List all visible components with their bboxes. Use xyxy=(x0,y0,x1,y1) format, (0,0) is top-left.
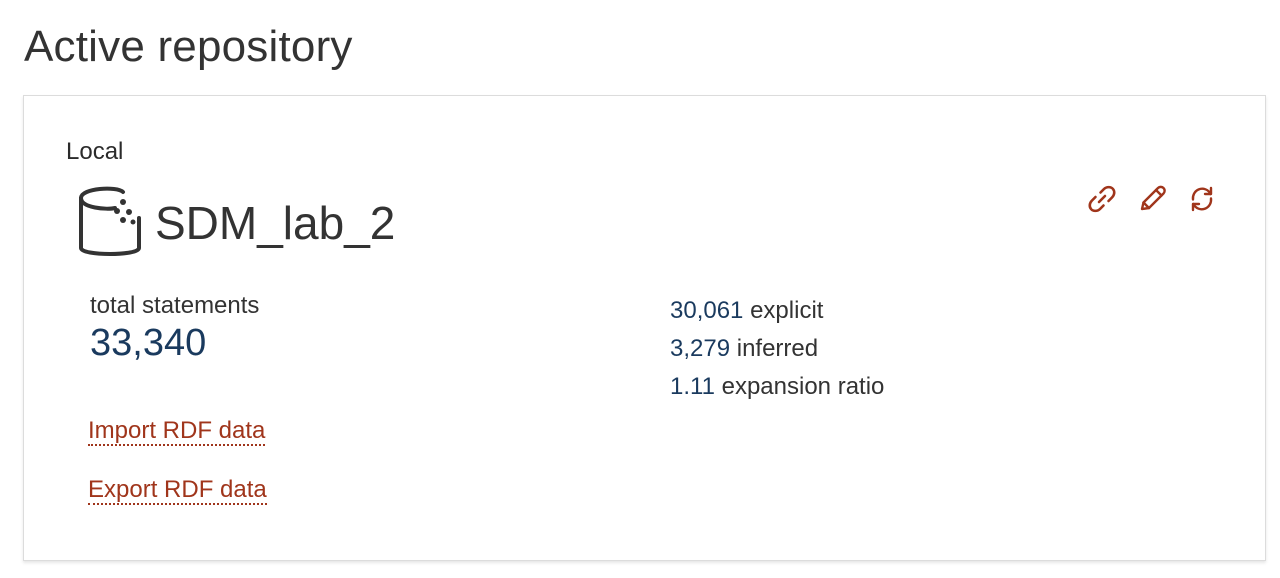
statement-stats: 30,061 explicit 3,279 inferred 1.11 expa… xyxy=(670,292,884,406)
export-rdf-link[interactable]: Export RDF data xyxy=(88,477,267,505)
repository-actions xyxy=(1085,182,1219,216)
stat-expansion-ratio-value: 1.11 xyxy=(670,373,715,400)
stat-inferred: 3,279 inferred xyxy=(670,330,884,368)
stat-explicit-value: 30,061 xyxy=(670,297,744,324)
edit-icon xyxy=(1140,185,1166,211)
repository-location: Local xyxy=(66,138,124,165)
link-icon xyxy=(1088,185,1116,213)
active-repository-card: Local SDM_lab_2 total statements 33,340 … xyxy=(23,95,1266,561)
repository-name: SDM_lab_2 xyxy=(155,197,396,249)
stat-explicit-label: explicit xyxy=(750,297,824,324)
total-statements-value: 33,340 xyxy=(90,322,207,364)
import-rdf-link[interactable]: Import RDF data xyxy=(88,418,266,446)
stat-explicit: 30,061 explicit xyxy=(670,292,884,330)
stat-expansion-ratio: 1.11 expansion ratio xyxy=(670,368,884,406)
stat-inferred-label: inferred xyxy=(736,335,819,362)
stat-expansion-ratio-label: expansion ratio xyxy=(721,373,885,400)
restart-button[interactable] xyxy=(1185,182,1219,216)
stat-inferred-value: 3,279 xyxy=(670,335,731,362)
refresh-icon xyxy=(1191,186,1213,212)
total-statements-label: total statements xyxy=(90,292,260,319)
page-title: Active repository xyxy=(24,22,353,71)
edit-button[interactable] xyxy=(1135,182,1169,216)
database-icon xyxy=(79,186,141,256)
copy-link-button[interactable] xyxy=(1085,182,1119,216)
